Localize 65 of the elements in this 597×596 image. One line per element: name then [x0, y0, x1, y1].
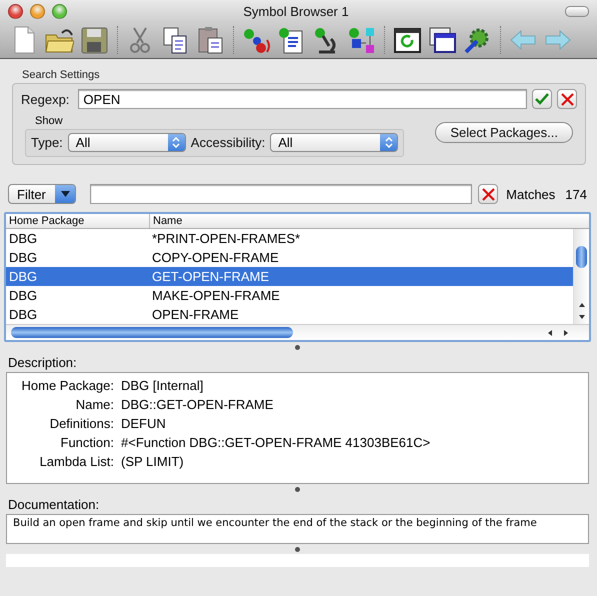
- matches-count: 174: [565, 186, 587, 202]
- field-value: DEFUN: [121, 416, 166, 431]
- section-title: Show: [35, 115, 64, 127]
- field-value: (SP LIMIT): [121, 454, 184, 469]
- table-cell-text: COPY-OPEN-FRAME: [151, 250, 280, 265]
- table-cell-text: *PRINT-OPEN-FRAMES*: [151, 231, 302, 246]
- zoom-button[interactable]: [52, 4, 67, 18]
- field-label: Home Package:: [20, 378, 115, 393]
- section-label: Description:: [8, 355, 78, 370]
- table-row[interactable]: DBG COPY-OPEN-FRAME: [6, 248, 573, 267]
- stepper-arrows-icon: [380, 134, 398, 151]
- splitter-handle[interactable]: [295, 486, 300, 492]
- table-cell-text: DBG: [8, 250, 38, 265]
- select-packages-button[interactable]: Select Packages...: [435, 122, 573, 143]
- window-title: Symbol Browser 1: [242, 4, 350, 18]
- type-dropdown[interactable]: All: [68, 133, 186, 152]
- filter-input-field[interactable]: [90, 184, 472, 204]
- scroll-thumb[interactable]: [576, 246, 587, 268]
- clear-button[interactable]: [557, 89, 577, 109]
- column-header[interactable]: Home Package: [6, 214, 150, 228]
- field-label: Definitions:: [48, 416, 115, 431]
- accessibility-dropdown[interactable]: All: [270, 133, 398, 152]
- field-label: Lambda List:: [38, 454, 115, 469]
- stepper-arrows-icon: [168, 134, 185, 151]
- vertical-scrollbar[interactable]: [573, 229, 589, 324]
- toolbar-toggle-button[interactable]: [565, 6, 589, 16]
- scroll-thumb[interactable]: [11, 327, 293, 338]
- field-value: DBG [Internal]: [121, 378, 204, 393]
- field-label: Regexp:: [21, 92, 70, 106]
- table-row[interactable]: DBG GET-OPEN-FRAME: [6, 267, 573, 286]
- table-cell-text: DBG: [8, 231, 38, 246]
- table-cell-text: GET-OPEN-FRAME: [151, 269, 270, 284]
- table-cell-text: DBG: [8, 269, 38, 284]
- matches-label: Matches: [506, 186, 556, 202]
- table-row[interactable]: DBG *PRINT-OPEN-FRAMES*: [6, 229, 573, 248]
- minimize-button[interactable]: [30, 4, 45, 18]
- field-label: Name:: [74, 397, 115, 412]
- hierarchy-icon: [346, 25, 376, 55]
- table-row[interactable]: DBG OPEN-FRAME: [6, 305, 573, 324]
- windows-icon: [427, 25, 457, 55]
- refresh-window-icon: [392, 25, 422, 55]
- section-title: Search Settings: [22, 69, 101, 81]
- table-row[interactable]: DBG MAKE-OPEN-FRAME: [6, 286, 573, 305]
- splitter-handle[interactable]: [295, 546, 300, 552]
- regexp-input-field[interactable]: OPEN: [78, 89, 527, 109]
- column-header[interactable]: Name: [150, 214, 589, 228]
- table-cell-text: MAKE-OPEN-FRAME: [151, 288, 281, 303]
- section-label: Documentation:: [8, 497, 100, 512]
- clear-filter-button[interactable]: [478, 184, 498, 204]
- field-label: Type:: [31, 135, 63, 150]
- documentation-text: Build an open frame and skip until we encounter the end of the stack or the beginning of the frame: [13, 517, 537, 529]
- field-value: DBG::GET-OPEN-FRAME: [121, 397, 274, 412]
- popup-value: All: [277, 135, 293, 150]
- field-label: Function:: [60, 435, 115, 450]
- field-label: Accessibility:: [190, 135, 266, 150]
- close-button[interactable]: [8, 4, 23, 18]
- table-cell-text: DBG: [8, 307, 38, 322]
- confirm-button[interactable]: [532, 89, 552, 109]
- filter-dropdown[interactable]: Filter: [8, 184, 76, 204]
- field-value: #<Function DBG::GET-OPEN-FRAME 41303BE61C>: [121, 435, 430, 450]
- table-cell-text: OPEN-FRAME: [151, 307, 240, 322]
- table-cell-text: DBG: [8, 288, 38, 303]
- horizontal-scrollbar[interactable]: [6, 324, 589, 340]
- splitter-handle[interactable]: [295, 344, 300, 350]
- popup-value: All: [74, 135, 90, 150]
